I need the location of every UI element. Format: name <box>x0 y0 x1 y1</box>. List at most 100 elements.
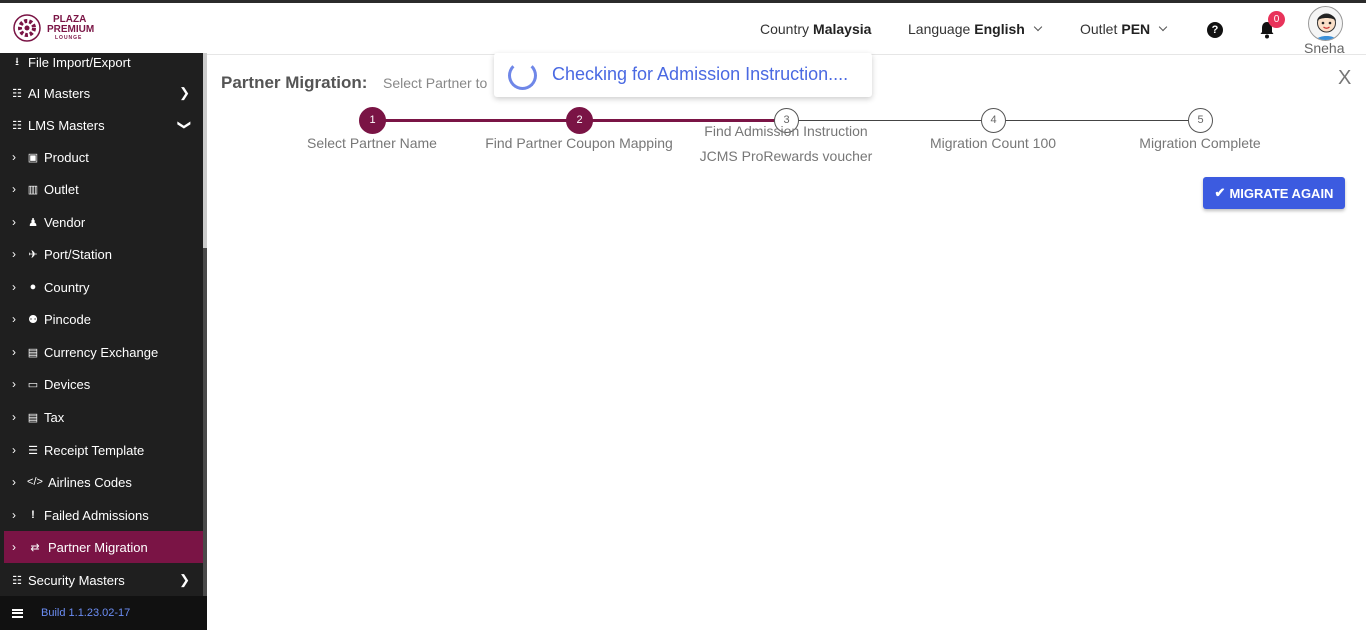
migrate-again-button[interactable]: ✔ MIGRATE AGAIN <box>1203 177 1345 209</box>
money-icon: ▤ <box>27 411 39 424</box>
sidebar-scrollbar-thumb[interactable] <box>203 248 207 596</box>
chevron-down-icon <box>1033 22 1043 32</box>
sitemap-icon: ☷ <box>12 87 22 100</box>
sidebar-item-country[interactable]: › ● Country <box>0 271 203 303</box>
laptop-icon: ▭ <box>27 378 39 391</box>
chevron-right-icon: › <box>12 280 16 294</box>
sidebar-item-label: Security Masters <box>28 572 125 588</box>
step-1-dot[interactable]: 1 <box>359 107 386 134</box>
sidebar-item-failed-admissions[interactable]: › ! Failed Admissions <box>0 499 203 531</box>
page-title: Partner Migration: <box>221 73 368 92</box>
check-icon: ✔ <box>1214 185 1226 200</box>
chevron-right-icon: › <box>12 247 16 261</box>
help-icon[interactable]: ? <box>1207 22 1223 38</box>
sidebar-item-pincode[interactable]: › ⚉ Pincode <box>0 303 203 335</box>
step-3-label: Find Admission Instruction <box>704 123 868 139</box>
chevron-right-icon: › <box>12 215 16 229</box>
country-selector[interactable]: Country Malaysia <box>760 21 871 37</box>
header: PLAZA PREMIUM LOUNGE Country Malaysia La… <box>0 3 1366 56</box>
sidebar-footer: Build 1.1.23.02-17 <box>0 596 207 630</box>
globe-icon: ● <box>29 281 37 293</box>
loading-toast: Checking for Admission Instruction.... <box>494 53 872 97</box>
logo-line-1: PLAZA <box>53 13 87 25</box>
country-value: Malaysia <box>813 21 872 37</box>
close-button[interactable]: X <box>1338 67 1351 90</box>
step-1-label: Select Partner Name <box>307 135 437 151</box>
sidebar-item-security-masters[interactable]: ☷ Security Masters ❯ <box>0 564 203 596</box>
chevron-right-icon: › <box>12 345 16 359</box>
sidebar-item-receipt-template[interactable]: › ☰ Receipt Template <box>0 434 203 466</box>
chevron-right-icon: › <box>12 377 16 391</box>
sidebar-item-label: Receipt Template <box>44 442 145 458</box>
sidebar-item-devices[interactable]: › ▭ Devices <box>0 368 203 400</box>
chevron-right-icon: › <box>12 540 16 554</box>
sidebar-item-currency-exchange[interactable]: › ▤ Currency Exchange <box>0 336 203 368</box>
person-icon: ♟ <box>28 216 38 229</box>
sidebar-item-label: AI Masters <box>28 85 91 101</box>
sidebar-item-label: Pincode <box>44 311 91 327</box>
logo-line-3: LOUNGE <box>55 34 83 41</box>
step-4-label: Migration Count 100 <box>929 135 1057 151</box>
sitemap-icon: ☷ <box>12 574 22 587</box>
language-dropdown[interactable]: Language English <box>908 21 1043 37</box>
chevron-right-icon: › <box>12 410 16 424</box>
sidebar-item-label: LMS Masters <box>28 117 105 133</box>
step-2-label: Find Partner Coupon Mapping <box>485 135 673 151</box>
chevron-right-icon: › <box>12 182 16 196</box>
sidebar-item-label: Tax <box>44 409 65 425</box>
menu-toggle-icon[interactable] <box>12 608 23 618</box>
sidebar-item-label: Devices <box>44 376 91 392</box>
step-5-dot[interactable]: 5 <box>1188 108 1213 133</box>
chevron-down-icon: ❯ <box>177 119 193 131</box>
step-5-label: Migration Complete <box>1139 135 1261 151</box>
chevron-right-icon: ❯ <box>179 572 190 587</box>
building-icon: ▥ <box>27 183 39 196</box>
spinner-icon <box>508 61 537 90</box>
list-icon: ☰ <box>28 444 38 457</box>
user-name: Sneha <box>1304 40 1345 56</box>
sidebar-item-label: Vendor <box>44 214 86 230</box>
step-3-sublabel: JCMS ProRewards voucher <box>699 148 873 164</box>
sidebar-item-outlet[interactable]: › ▥ Outlet <box>0 173 203 205</box>
page-subtitle: Select Partner to <box>383 75 488 91</box>
user-avatar-icon <box>1315 13 1338 40</box>
sidebar-item-ai-masters[interactable]: ☷ AI Masters ❯ <box>0 77 203 109</box>
sidebar-item-lms-masters[interactable]: ☷ LMS Masters ❯ <box>0 109 203 141</box>
chevron-right-icon: › <box>12 443 16 457</box>
chevron-down-icon <box>1158 22 1168 32</box>
sidebar-item-label: Product <box>44 149 89 165</box>
code-icon: </> <box>27 476 43 488</box>
sidebar-item-vendor[interactable]: › ♟ Vendor <box>0 206 203 238</box>
plaza-premium-logo-icon <box>13 14 41 42</box>
sidebar-item-label: Airlines Codes <box>48 474 132 490</box>
sidebar-item-label: Currency Exchange <box>44 344 159 360</box>
outlet-value: PEN <box>1121 21 1151 37</box>
sitemap-icon: ☷ <box>12 119 22 132</box>
language-label: Language <box>908 21 971 37</box>
brand-logo[interactable]: PLAZA PREMIUM LOUNGE <box>12 13 94 43</box>
sidebar-item-port-station[interactable]: › ✈ Port/Station <box>0 238 203 270</box>
chevron-right-icon: › <box>12 508 16 522</box>
sidebar-item-tax[interactable]: › ▤ Tax <box>0 401 203 433</box>
plane-icon: ✈ <box>28 248 38 261</box>
sidebar-item-label: Failed Admissions <box>44 507 149 523</box>
loading-message: Checking for Admission Instruction.... <box>552 64 849 84</box>
sidebar: ⭳ File Import/Export ☷ AI Masters ❯ ☷ LM… <box>0 53 207 630</box>
exclamation-icon: ! <box>31 509 35 521</box>
avatar[interactable] <box>1308 6 1343 41</box>
gift-icon: ▣ <box>27 151 39 164</box>
step-4-dot[interactable]: 4 <box>981 108 1006 133</box>
map-marker-icon: ⚉ <box>28 313 38 326</box>
upload-icon: ⭳ <box>15 55 19 68</box>
chevron-right-icon: ❯ <box>179 85 190 100</box>
money-icon: ▤ <box>27 346 39 359</box>
step-2-dot[interactable]: 2 <box>566 107 593 134</box>
sidebar-item-file-import-export[interactable]: ⭳ File Import/Export <box>0 46 203 78</box>
sidebar-item-product[interactable]: › ▣ Product <box>0 141 203 173</box>
outlet-dropdown[interactable]: Outlet PEN <box>1080 21 1168 37</box>
outlet-label: Outlet <box>1080 21 1118 37</box>
sidebar-item-airlines-codes[interactable]: › </> Airlines Codes <box>0 466 203 498</box>
chevron-right-icon: › <box>12 150 16 164</box>
sidebar-item-partner-migration[interactable]: › ⇄ Partner Migration <box>4 531 203 563</box>
logo-line-2: PREMIUM <box>47 23 95 35</box>
